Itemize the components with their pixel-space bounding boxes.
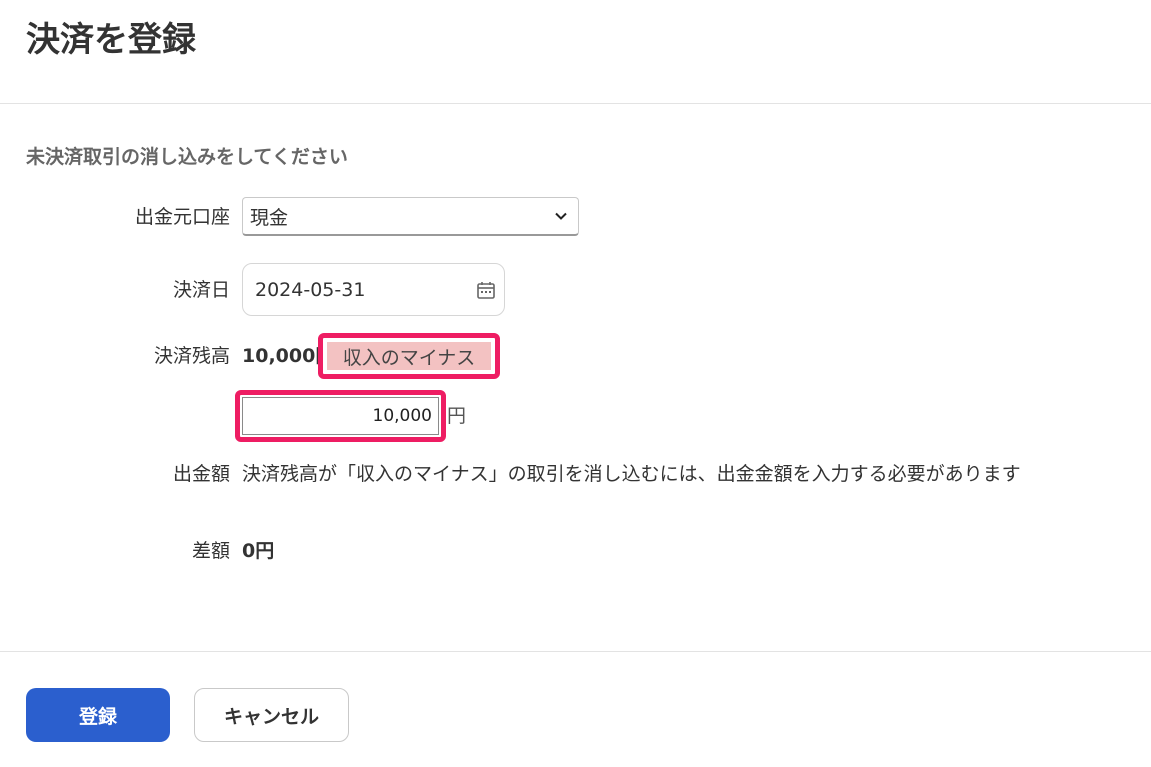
page-title: 決済を登録 — [26, 20, 196, 60]
difference-label: 差額 — [191, 540, 230, 562]
submit-button[interactable]: 登録 — [26, 688, 170, 742]
amount-highlight — [235, 390, 446, 442]
account-select-value: 現金 — [250, 206, 289, 229]
calendar-icon[interactable] — [476, 280, 496, 300]
chevron-down-icon — [555, 212, 567, 220]
balance-label: 決済残高 — [153, 345, 230, 367]
withdrawal-help-text: 決済残高が「収入のマイナス」の取引を消し込むには、出金金額を入力する必要がありま… — [242, 463, 1021, 485]
amount-unit: 円 — [447, 405, 467, 427]
balance-type-badge: 収入のマイナス — [327, 342, 491, 370]
amount-input[interactable] — [242, 397, 439, 435]
account-label: 出金元口座 — [134, 206, 230, 228]
account-select[interactable]: 現金 — [242, 197, 579, 236]
date-input[interactable]: 2024-05-31 — [242, 263, 505, 316]
header-divider — [0, 103, 1151, 104]
footer-divider — [0, 651, 1151, 652]
date-label: 決済日 — [172, 279, 230, 301]
badge-highlight: 収入のマイナス — [318, 333, 500, 379]
date-value: 2024-05-31 — [255, 278, 366, 301]
withdrawal-label: 出金額 — [172, 463, 230, 485]
form-instruction: 未決済取引の消し込みをしてください — [26, 146, 348, 168]
cancel-button[interactable]: キャンセル — [194, 688, 349, 742]
difference-value: 0円 — [242, 540, 275, 562]
